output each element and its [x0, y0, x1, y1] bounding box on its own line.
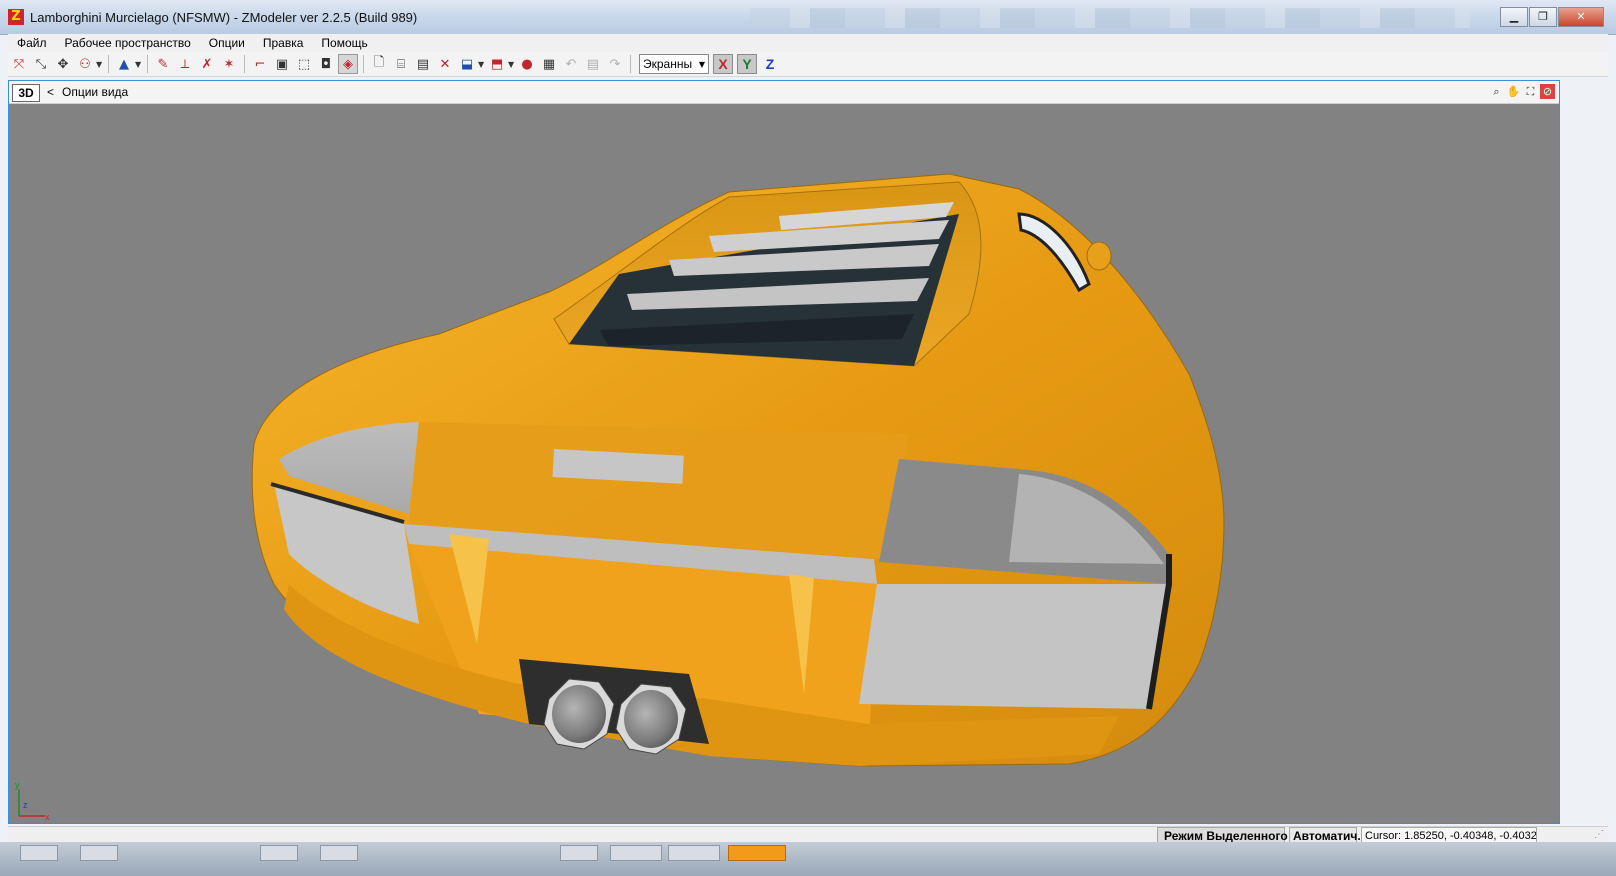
axis-y-toggle[interactable]: Y — [737, 54, 757, 74]
menu-options[interactable]: Опции — [200, 36, 254, 50]
taskbar-item[interactable] — [320, 845, 358, 861]
taskbar-item[interactable] — [610, 845, 662, 861]
window-controls: ▁ ❐ ✕ — [1499, 7, 1604, 27]
new-file-icon[interactable]: 🗋 — [369, 54, 389, 74]
close-button[interactable]: ✕ — [1558, 7, 1604, 27]
main-toolbar: ⤧ ⤡ ✥ ⚇ ▼ ▲ ▼ ✎ ⟂ ✗ ✶ ⌐ ▣ ⬚ ◘ ◈ 🗋 ⌸ ▤ ✕ … — [8, 52, 1608, 77]
history-icon[interactable]: ▤ — [583, 54, 603, 74]
chevron-down-icon: ▼ — [698, 59, 705, 69]
zmodeler-app-icon[interactable]: Z — [8, 9, 24, 25]
material-icon[interactable]: ▦ — [539, 54, 559, 74]
gizmo-y-label: y — [15, 780, 20, 790]
cursor-coordinates: Cursor: 1.85250, -0.40348, -0.40326 — [1361, 827, 1537, 843]
redo-icon[interactable]: ↷ — [605, 54, 625, 74]
open-file-icon[interactable]: ⌸ — [391, 54, 411, 74]
taskbar-item[interactable] — [260, 845, 298, 861]
side-mirror — [1086, 241, 1112, 271]
save-icon[interactable]: ▤ — [413, 54, 433, 74]
select-group-icon[interactable]: ⚇ — [75, 54, 95, 74]
chevron-left-icon[interactable]: < — [47, 85, 54, 99]
close-viewport-icon[interactable]: ⊘ — [1540, 84, 1555, 99]
taskbar-item[interactable] — [560, 845, 598, 861]
car-model-render[interactable]: y z x — [9, 104, 1559, 823]
toolbar-separator — [108, 55, 109, 73]
axis-x-toggle[interactable]: X — [713, 54, 733, 74]
minimize-button[interactable]: ▁ — [1500, 7, 1528, 27]
cross-tool-icon[interactable]: ✗ — [197, 54, 217, 74]
taskbar — [0, 842, 1616, 876]
title-bar-background — [750, 8, 1470, 28]
record-icon[interactable]: ● — [517, 54, 537, 74]
split-tool-icon[interactable]: ✶ — [219, 54, 239, 74]
import-icon[interactable]: ⬓ — [457, 54, 477, 74]
paint-icon[interactable]: ✎ — [153, 54, 173, 74]
select-vertex-icon[interactable]: ⤧ — [9, 54, 29, 74]
cube-icon[interactable]: ⬚ — [294, 54, 314, 74]
dropdown-arrow-icon[interactable]: ▼ — [96, 60, 104, 69]
toolbar-separator — [244, 55, 245, 73]
axis-gizmo: y z x — [15, 780, 50, 822]
view-mode-select[interactable]: Экранны ▼ — [639, 54, 709, 74]
taskbar-item[interactable] — [80, 845, 118, 861]
select-mode-icon[interactable]: ⤡ — [31, 54, 51, 74]
viewport-header: 3D < Опции вида ⌕ ✋ ⛶ ⊘ — [9, 81, 1559, 104]
taskbar-item[interactable] — [20, 845, 58, 861]
axis-z-toggle[interactable]: Z — [761, 55, 779, 73]
auto-mode-status[interactable]: Автоматич. — [1289, 827, 1361, 843]
box-icon[interactable]: ▣ — [272, 54, 292, 74]
menu-edit[interactable]: Правка — [254, 36, 313, 50]
zoom-icon[interactable]: ⌕ — [1489, 84, 1504, 99]
viewport-tools: ⌕ ✋ ⛶ ⊘ — [1487, 84, 1555, 99]
undo-icon[interactable]: ↶ — [561, 54, 581, 74]
viewport-mode-button[interactable]: 3D — [12, 84, 40, 102]
selection-mode-status[interactable]: Режим Выделенного — [1157, 827, 1288, 843]
window-title: Lamborghini Murcielago (NFSMW) - ZModele… — [30, 10, 418, 25]
title-bar: Z Lamborghini Murcielago (NFSMW) - ZMode… — [0, 0, 1616, 35]
restore-button[interactable]: ❐ — [1529, 7, 1557, 27]
toolbar-separator — [630, 55, 631, 73]
axis-tool-icon[interactable]: ⟂ — [175, 54, 195, 74]
cube-shaded-icon[interactable]: ◘ — [316, 54, 336, 74]
export-icon[interactable]: ⬒ — [487, 54, 507, 74]
resize-grip-icon[interactable]: ⋰ — [1594, 829, 1604, 840]
move-icon[interactable]: ✥ — [53, 54, 73, 74]
dropdown-arrow-icon[interactable]: ▼ — [508, 60, 516, 69]
menu-file[interactable]: Файл — [8, 36, 56, 50]
menu-help[interactable]: Помощь — [312, 36, 376, 50]
delete-icon[interactable]: ✕ — [435, 54, 455, 74]
pyramid-icon[interactable]: ▲ — [114, 54, 134, 74]
taskbar-item[interactable] — [668, 845, 720, 861]
gizmo-z-label: z — [23, 800, 28, 810]
dropdown-arrow-icon[interactable]: ▼ — [478, 60, 486, 69]
gizmo-x-label: x — [45, 812, 50, 822]
pan-icon[interactable]: ✋ — [1506, 84, 1521, 99]
menu-bar: Файл Рабочее пространство Опции Правка П… — [8, 34, 1608, 52]
dropdown-arrow-icon[interactable]: ▼ — [135, 60, 143, 69]
cube-select-icon[interactable]: ◈ — [338, 54, 358, 74]
tail-light-right-lower — [859, 584, 1169, 709]
status-bar: Режим Выделенного Автоматич. Cursor: 1.8… — [8, 826, 1608, 843]
maximize-viewport-icon[interactable]: ⛶ — [1523, 84, 1538, 99]
toolbar-separator — [147, 55, 148, 73]
view-mode-value: Экранны — [643, 57, 693, 71]
menu-workspace[interactable]: Рабочее пространство — [56, 36, 200, 50]
view-options-label[interactable]: Опции вида — [62, 85, 128, 99]
toolbar-separator — [363, 55, 364, 73]
taskbar-item-zmodeler[interactable] — [728, 845, 786, 861]
vertex-edit-icon[interactable]: ⌐ — [250, 54, 270, 74]
3d-viewport[interactable]: 3D < Опции вида ⌕ ✋ ⛶ ⊘ y z x — [8, 80, 1560, 824]
